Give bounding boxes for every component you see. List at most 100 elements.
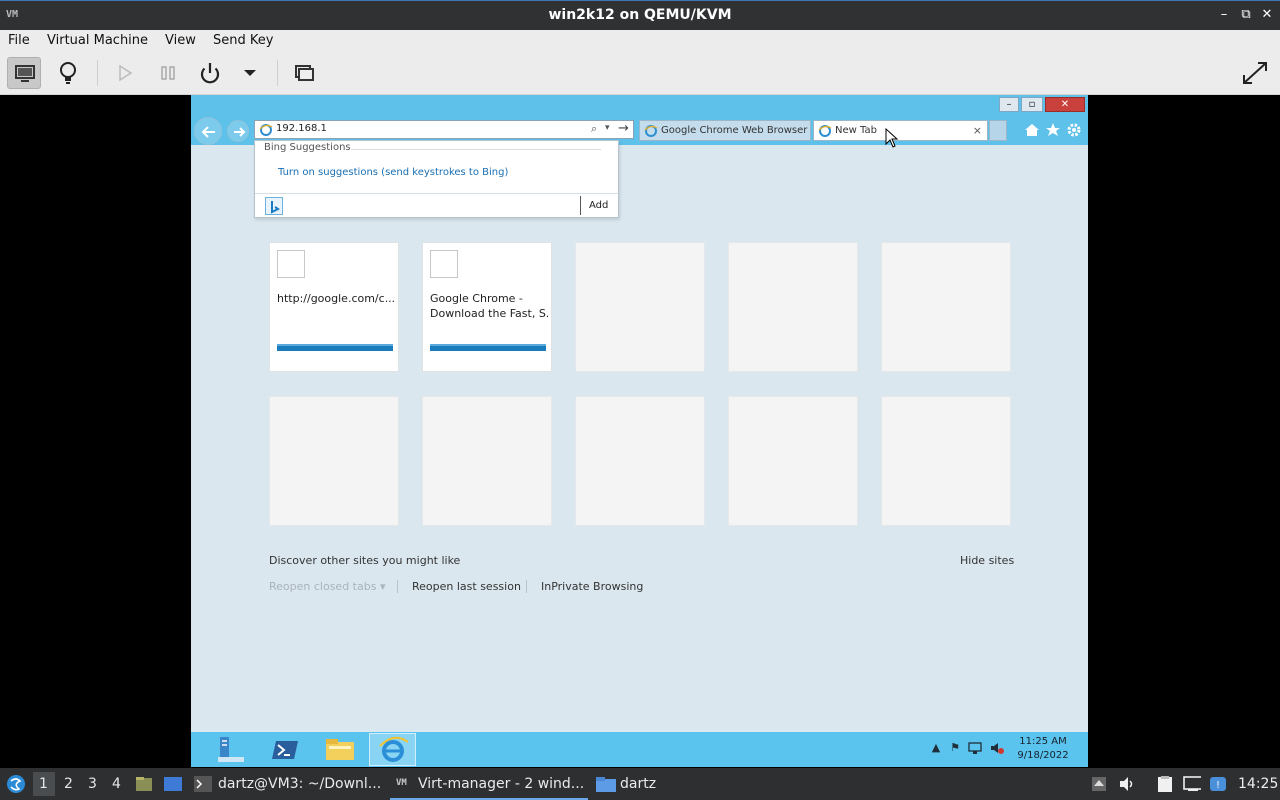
vm-console[interactable]: – ▫ ✕ 192.168.1 ⌕ ▾ → Google Chrome Web … <box>191 95 1088 767</box>
address-input[interactable]: 192.168.1 <box>276 123 327 134</box>
tab-new-tab[interactable]: New Tab × <box>813 120 988 141</box>
new-tab-button[interactable] <box>989 120 1007 141</box>
back-arrow-icon <box>201 126 215 138</box>
gear-icon[interactable] <box>1065 121 1083 139</box>
details-view-button[interactable] <box>51 57 85 89</box>
hide-sites-link[interactable]: Hide sites <box>960 554 1014 567</box>
clipboard-icon[interactable] <box>1156 776 1174 792</box>
menu-send-key[interactable]: Send Key <box>213 33 273 48</box>
workspace-4[interactable]: 4 <box>112 776 121 792</box>
task-label: Virt-manager - 2 wind... <box>418 776 585 792</box>
task-terminal[interactable]: dartz@VM3: ~/Downl... <box>189 768 384 800</box>
add-provider-button[interactable]: Add <box>589 200 608 211</box>
powershell-button[interactable] <box>262 733 309 766</box>
task-label: dartz <box>620 776 657 792</box>
files-launcher-icon[interactable] <box>134 774 154 794</box>
go-arrow-icon[interactable]: → <box>618 121 629 136</box>
chevron-down-icon: ▾ <box>379 580 386 593</box>
workspace-3[interactable]: 3 <box>88 776 97 792</box>
ie-close-button[interactable]: ✕ <box>1045 97 1085 112</box>
turn-on-suggestions-link[interactable]: Turn on suggestions (send keystrokes to … <box>278 167 508 178</box>
server-manager-button[interactable] <box>208 733 255 766</box>
ie-minimize-button[interactable]: – <box>999 97 1019 112</box>
guest-clock-date: 9/18/2022 <box>1017 750 1069 761</box>
ie-page-icon <box>259 124 273 136</box>
app-menu-icon[interactable] <box>5 773 27 795</box>
divider <box>397 580 398 593</box>
tile-activity-bar <box>277 344 393 351</box>
play-icon <box>119 64 133 82</box>
host-clock[interactable]: 14:25 <box>1238 776 1278 792</box>
forward-arrow-icon <box>234 127 246 137</box>
forward-button[interactable] <box>227 120 249 142</box>
close-button[interactable]: ✕ <box>1259 7 1275 23</box>
task-folder-dartz[interactable]: dartz <box>592 768 682 800</box>
back-button[interactable] <box>194 117 222 145</box>
bing-provider-button[interactable] <box>265 197 283 215</box>
inprivate-browsing-link[interactable]: InPrivate Browsing <box>541 580 643 593</box>
search-icon[interactable]: ⌕ <box>591 122 597 136</box>
guest-clock-time: 11:25 AM <box>1019 736 1067 747</box>
discover-sites-link[interactable]: Discover other sites you might like <box>269 554 460 567</box>
ie-page-icon <box>644 125 658 137</box>
monitor-icon <box>15 65 35 82</box>
network-icon[interactable] <box>1183 776 1201 792</box>
address-bar[interactable]: 192.168.1 ⌕ ▾ → <box>254 120 634 139</box>
snapshots-button[interactable] <box>287 57 321 89</box>
chevron-down-icon[interactable]: ▾ <box>605 123 610 133</box>
updates-icon[interactable]: ! <box>1209 776 1227 792</box>
tile-empty <box>728 242 858 372</box>
pause-icon <box>161 66 175 80</box>
task-virt-manager[interactable]: VM Virt-manager - 2 wind... <box>390 768 588 800</box>
tile-google[interactable]: http://google.com/c... <box>269 242 399 372</box>
toolbar-separator <box>277 60 278 86</box>
tile-empty <box>422 396 552 526</box>
tile-empty <box>728 396 858 526</box>
home-icon[interactable] <box>1023 121 1041 139</box>
tab-close-icon[interactable]: × <box>973 124 982 137</box>
tab-label: Google Chrome Web Browser <box>661 125 808 136</box>
toolbar-separator <box>97 60 98 86</box>
task-label: dartz@VM3: ~/Downl... <box>218 776 382 792</box>
guest-taskbar: ▲ ⚑ 11:25 AM 9/18/2022 <box>191 732 1088 767</box>
shutdown-button[interactable] <box>193 57 227 89</box>
fullscreen-button[interactable] <box>1238 57 1272 89</box>
minimize-button[interactable]: – <box>1216 7 1232 23</box>
file-explorer-button[interactable] <box>316 733 363 766</box>
power-icon <box>200 63 220 84</box>
flag-icon[interactable]: ⚑ <box>948 741 962 755</box>
restore-button[interactable]: ⧉ <box>1238 7 1254 23</box>
reopen-last-session-link[interactable]: Reopen last session <box>412 580 521 593</box>
shutdown-menu-button[interactable] <box>233 57 267 89</box>
ie-restore-button[interactable]: ▫ <box>1021 97 1043 112</box>
tile-google-chrome[interactable]: Google Chrome - Download the Fast, S... <box>422 242 552 372</box>
volume-icon[interactable] <box>1118 776 1136 792</box>
reopen-closed-tabs-link[interactable]: Reopen closed tabs ▾ <box>269 580 385 593</box>
menu-view[interactable]: View <box>165 33 196 48</box>
show-desktop-icon[interactable] <box>163 774 183 794</box>
menu-file[interactable]: File <box>8 33 30 48</box>
tray-up-icon[interactable] <box>1090 776 1108 792</box>
tile-empty <box>575 242 705 372</box>
divider <box>580 196 581 215</box>
divider <box>351 149 601 150</box>
tray-expand-icon[interactable]: ▲ <box>929 741 943 755</box>
tile-empty <box>881 396 1011 526</box>
network-icon[interactable] <box>968 741 982 755</box>
console-view-button[interactable] <box>7 57 41 89</box>
ie-page-icon <box>818 125 832 137</box>
dropdown-header: Bing Suggestions <box>264 142 351 153</box>
pause-button[interactable] <box>151 57 185 89</box>
host-titlebar: VM win2k12 on QEMU/KVM – ⧉ ✕ <box>0 0 1280 30</box>
tab-google-chrome[interactable]: Google Chrome Web Browser <box>639 120 811 141</box>
favorites-star-icon[interactable] <box>1044 121 1062 139</box>
internet-explorer-button[interactable] <box>369 733 416 766</box>
menu-virtual-machine[interactable]: Virtual Machine <box>47 33 148 48</box>
workspace-1[interactable]: 1 <box>33 772 55 796</box>
tab-label: New Tab <box>835 125 877 136</box>
volume-muted-icon[interactable] <box>990 741 1004 755</box>
guest-clock[interactable]: 11:25 AM 9/18/2022 <box>1013 735 1073 763</box>
run-button[interactable] <box>107 57 141 89</box>
mouse-cursor-icon <box>885 128 899 148</box>
workspace-2[interactable]: 2 <box>64 776 73 792</box>
